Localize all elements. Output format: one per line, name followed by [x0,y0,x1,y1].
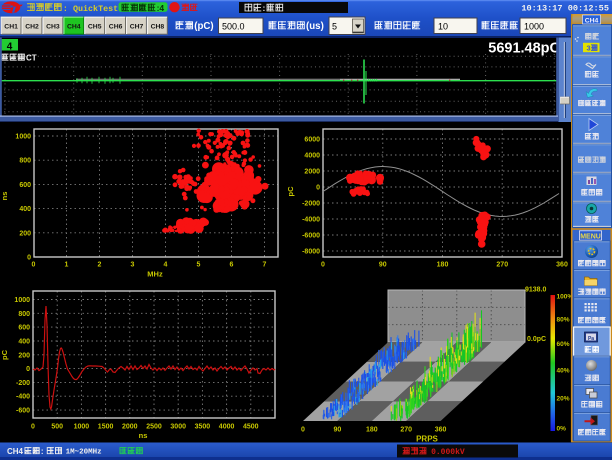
svg-text:3: 3 [131,262,135,269]
svg-text:CH4: CH4 [585,17,599,24]
svg-text:0: 0 [26,366,30,373]
svg-text:1000: 1000 [14,297,30,304]
svg-text:1M~20MHz: 1M~20MHz [66,449,102,457]
svg-text:400: 400 [18,338,30,345]
svg-text:CH5: CH5 [88,24,102,31]
svg-text:360: 360 [435,427,447,434]
svg-text:4000: 4000 [304,153,320,160]
svg-text:800: 800 [19,158,31,165]
svg-text:CH3: CH3 [46,24,60,31]
svg-text:600: 600 [18,325,30,332]
svg-text:(us): (us) [306,21,324,32]
svg-text:4000: 4000 [219,424,235,431]
svg-text:0: 0 [27,255,31,262]
svg-text::4: :4 [157,3,165,13]
svg-text:10:13:17 00:12:55: 10:13:17 00:12:55 [521,4,609,14]
svg-text:5: 5 [332,22,337,32]
svg-text:80%: 80% [557,317,570,324]
svg-text:90: 90 [334,427,342,434]
svg-text:: QuickTest: : QuickTest [63,4,118,14]
svg-text:5691.48pC: 5691.48pC [488,41,560,57]
svg-text:CT: CT [26,54,37,63]
svg-text:pC: pC [286,186,295,197]
svg-text:0.000kV: 0.000kV [431,448,465,457]
svg-text:CH8: CH8 [151,24,165,31]
svg-text:(pC): (pC) [194,21,213,32]
svg-text:4: 4 [164,262,168,269]
svg-text:1: 1 [65,262,69,269]
svg-text:800: 800 [18,311,30,318]
svg-text:3000: 3000 [170,424,186,431]
svg-text:0: 0 [301,427,305,434]
svg-text::: : [262,3,265,13]
svg-text:0%: 0% [557,426,567,433]
svg-text:2: 2 [98,262,102,269]
svg-text:-2000: -2000 [302,201,320,208]
svg-text:600: 600 [19,182,31,189]
svg-text:0.0pC: 0.0pC [527,336,546,343]
svg-text:ns: ns [0,192,9,201]
svg-text:CH2: CH2 [25,24,39,31]
svg-text:400: 400 [19,206,31,213]
svg-text:MHz: MHz [147,270,163,279]
svg-text:3500: 3500 [195,424,211,431]
svg-text:1000: 1000 [74,424,90,431]
svg-text:0: 0 [321,262,325,269]
svg-text:2000: 2000 [122,424,138,431]
svg-text:1500: 1500 [98,424,114,431]
svg-text:ns: ns [139,431,148,440]
svg-text:-200: -200 [16,380,30,387]
svg-text:0: 0 [31,424,35,431]
svg-text:200: 200 [18,352,30,359]
svg-text:6: 6 [230,262,234,269]
svg-text:-8000: -8000 [302,249,320,256]
svg-text:PRPS: PRPS [416,435,438,444]
svg-text:90: 90 [379,262,387,269]
svg-text:pC: pC [0,349,9,360]
svg-text:2500: 2500 [146,424,162,431]
svg-text:CH7: CH7 [130,24,144,31]
svg-text:CH4: CH4 [67,24,81,31]
svg-text:10: 10 [438,21,448,31]
svg-text:500: 500 [51,424,63,431]
svg-text:270: 270 [400,427,412,434]
svg-text:2000: 2000 [304,169,320,176]
svg-text:4500: 4500 [243,424,259,431]
svg-text:-600: -600 [16,408,30,415]
svg-text::: : [41,447,44,456]
svg-text:-6000: -6000 [302,233,320,240]
svg-text:20%: 20% [557,396,570,403]
svg-text:CH4: CH4 [7,447,24,456]
svg-text:0: 0 [32,262,36,269]
svg-text:360: 360 [556,262,568,269]
svg-text:1000: 1000 [15,134,31,141]
svg-text:6000: 6000 [304,137,320,144]
svg-text:200: 200 [19,230,31,237]
svg-text:40%: 40% [557,368,570,375]
svg-text:9138.0: 9138.0 [525,287,547,294]
svg-text:3: 3 [587,44,591,53]
svg-text:Pa: Pa [588,336,594,342]
svg-text:180: 180 [366,427,378,434]
svg-text:100%: 100% [557,294,574,301]
svg-text:0: 0 [316,185,320,192]
svg-text:MENU: MENU [580,234,601,241]
svg-text:180: 180 [437,262,449,269]
svg-text:500.0: 500.0 [222,21,245,31]
svg-text:60%: 60% [557,341,570,348]
svg-text:4: 4 [7,41,13,52]
svg-text:1000: 1000 [524,21,544,31]
svg-text:270: 270 [496,262,508,269]
svg-text:CH6: CH6 [109,24,123,31]
svg-text:CH1: CH1 [4,24,18,31]
svg-text:7: 7 [263,262,267,269]
svg-text:-4000: -4000 [302,217,320,224]
svg-text:5: 5 [197,262,201,269]
svg-text:-400: -400 [16,394,30,401]
